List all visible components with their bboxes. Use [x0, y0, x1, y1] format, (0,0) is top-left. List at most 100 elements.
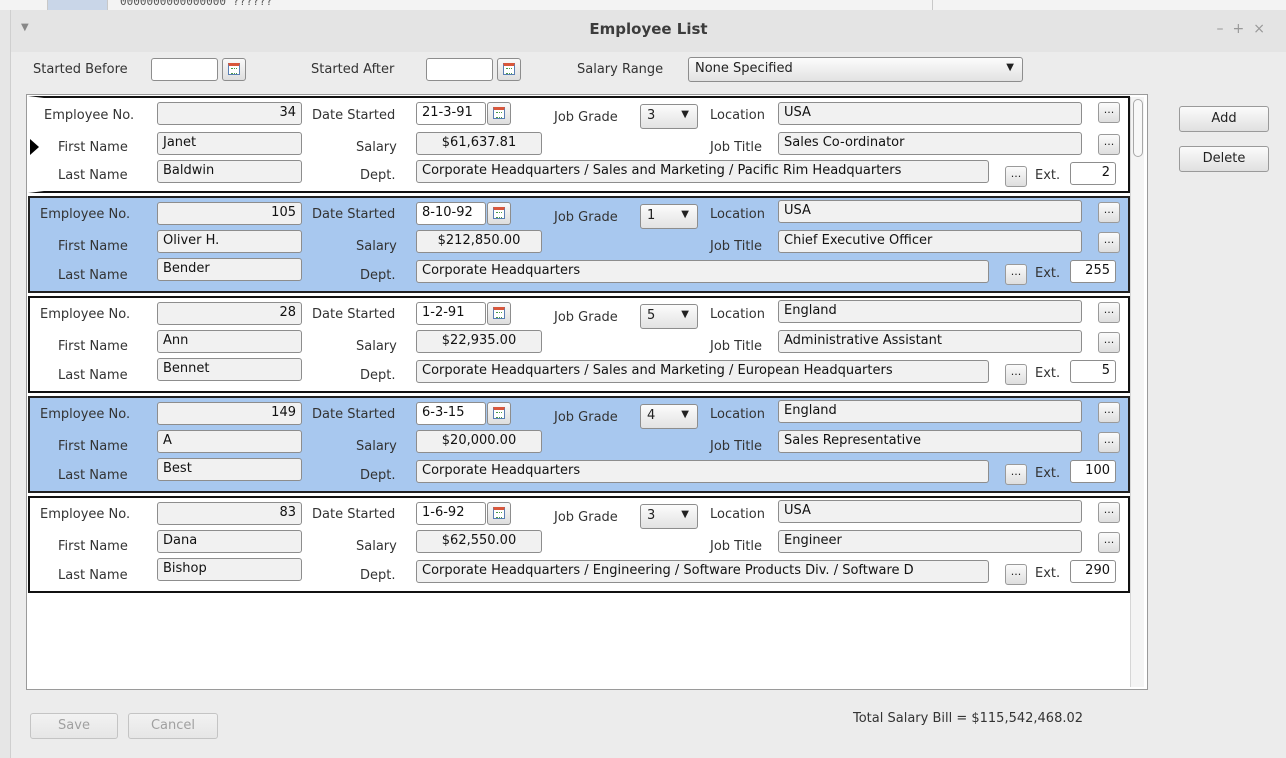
salary-range-label: Salary Range [577, 62, 664, 77]
salary-field[interactable]: $62,550.00 [416, 530, 542, 553]
job-title-field[interactable]: Administrative Assistant [778, 330, 1082, 353]
location-label: Location [710, 507, 765, 522]
dept-browse-button[interactable]: ... [1005, 564, 1027, 585]
dept-field[interactable]: Corporate Headquarters / Sales and Marke… [416, 160, 989, 183]
started-after-field[interactable] [426, 58, 493, 81]
job-title-browse-button[interactable]: ... [1098, 432, 1120, 453]
ext-field[interactable]: 100 [1070, 460, 1116, 483]
location-field[interactable]: England [778, 400, 1082, 423]
employee-no-field[interactable]: 28 [157, 302, 302, 325]
last-name-field[interactable]: Bennet [157, 358, 302, 381]
location-label: Location [710, 307, 765, 322]
close-icon[interactable]: × [1253, 21, 1274, 37]
ext-label: Ext. [1035, 266, 1061, 281]
ext-field[interactable]: 255 [1070, 260, 1116, 283]
date-started-field[interactable]: 6-3-15 [416, 402, 486, 425]
dept-browse-button[interactable]: ... [1005, 166, 1027, 187]
employee-no-label: Employee No. [40, 507, 131, 522]
dept-browse-button[interactable]: ... [1005, 364, 1027, 385]
job-title-browse-button[interactable]: ... [1098, 232, 1120, 253]
job-grade-select[interactable]: 4 ▼ [640, 404, 698, 429]
job-grade-select[interactable]: 3 ▼ [640, 504, 698, 529]
employee-no-label: Employee No. [40, 407, 131, 422]
job-grade-select[interactable]: 5 ▼ [640, 304, 698, 329]
employee-no-field[interactable]: 149 [157, 402, 302, 425]
location-field[interactable]: USA [778, 102, 1082, 125]
ext-field[interactable]: 5 [1070, 360, 1116, 383]
dept-browse-button[interactable]: ... [1005, 464, 1027, 485]
location-browse-button[interactable]: ... [1098, 202, 1120, 223]
location-browse-button[interactable]: ... [1098, 402, 1120, 423]
first-name-field[interactable]: Janet [157, 132, 302, 155]
dept-field[interactable]: Corporate Headquarters / Sales and Marke… [416, 360, 989, 383]
employee-no-field[interactable]: 83 [157, 502, 302, 525]
date-started-calendar-button[interactable] [487, 102, 511, 125]
cancel-button[interactable]: Cancel [128, 713, 218, 739]
last-name-label: Last Name [58, 468, 128, 483]
employee-no-label: Employee No. [44, 108, 135, 123]
maximize-icon[interactable]: + [1233, 21, 1254, 37]
salary-field[interactable]: $20,000.00 [416, 430, 542, 453]
minimize-icon[interactable]: – [1217, 21, 1233, 37]
last-name-field[interactable]: Baldwin [157, 160, 302, 183]
job-grade-select[interactable]: 1 ▼ [640, 204, 698, 229]
ext-label: Ext. [1035, 566, 1061, 581]
salary-range-value: None Specified [695, 61, 793, 76]
started-before-calendar-button[interactable] [222, 58, 246, 81]
salary-field[interactable]: $212,850.00 [416, 230, 542, 253]
job-title-field[interactable]: Chief Executive Officer [778, 230, 1082, 253]
job-title-browse-button[interactable]: ... [1098, 134, 1120, 155]
chevron-down-icon: ▼ [681, 409, 689, 420]
salary-field[interactable]: $61,637.81 [416, 132, 542, 155]
save-button[interactable]: Save [30, 713, 118, 739]
location-browse-button[interactable]: ... [1098, 302, 1120, 323]
dept-field[interactable]: Corporate Headquarters / Engineering / S… [416, 560, 989, 583]
dept-field[interactable]: Corporate Headquarters [416, 460, 989, 483]
last-name-field[interactable]: Best [157, 458, 302, 481]
job-title-field[interactable]: Sales Co-ordinator [778, 132, 1082, 155]
job-title-field[interactable]: Sales Representative [778, 430, 1082, 453]
first-name-field[interactable]: Oliver H. [157, 230, 302, 253]
job-title-browse-button[interactable]: ... [1098, 332, 1120, 353]
ext-field[interactable]: 290 [1070, 560, 1116, 583]
salary-field[interactable]: $22,935.00 [416, 330, 542, 353]
ext-field[interactable]: 2 [1070, 162, 1116, 185]
location-field[interactable]: England [778, 300, 1082, 323]
delete-button[interactable]: Delete [1179, 146, 1269, 172]
salary-range-select[interactable]: None Specified ▼ [688, 57, 1023, 82]
date-started-field[interactable]: 8-10-92 [416, 202, 486, 225]
date-started-calendar-button[interactable] [487, 202, 511, 225]
job-grade-select[interactable]: 3 ▼ [640, 104, 698, 129]
date-started-field[interactable]: 21-3-91 [416, 102, 486, 125]
scrollbar-thumb[interactable] [1133, 99, 1143, 157]
location-field[interactable]: USA [778, 500, 1082, 523]
location-browse-button[interactable]: ... [1098, 502, 1120, 523]
location-field[interactable]: USA [778, 200, 1082, 223]
started-before-field[interactable] [151, 58, 218, 81]
add-button[interactable]: Add [1179, 106, 1269, 132]
started-after-calendar-button[interactable] [497, 58, 521, 81]
title-bar: ▼ Employee List –+× [11, 10, 1286, 52]
chevron-down-icon: ▼ [681, 109, 689, 120]
last-name-field[interactable]: Bender [157, 258, 302, 281]
first-name-field[interactable]: A [157, 430, 302, 453]
job-title-field[interactable]: Engineer [778, 530, 1082, 553]
date-started-calendar-button[interactable] [487, 402, 511, 425]
first-name-field[interactable]: Ann [157, 330, 302, 353]
date-started-field[interactable]: 1-6-92 [416, 502, 486, 525]
last-name-label: Last Name [58, 368, 128, 383]
job-title-browse-button[interactable]: ... [1098, 532, 1120, 553]
salary-label: Salary [356, 539, 397, 554]
last-name-field[interactable]: Bishop [157, 558, 302, 581]
employee-no-field[interactable]: 105 [157, 202, 302, 225]
date-started-calendar-button[interactable] [487, 502, 511, 525]
list-scrollbar[interactable] [1130, 97, 1144, 687]
location-browse-button[interactable]: ... [1098, 102, 1120, 123]
date-started-field[interactable]: 1-2-91 [416, 302, 486, 325]
dept-browse-button[interactable]: ... [1005, 264, 1027, 285]
employee-no-field[interactable]: 34 [157, 102, 302, 125]
dept-field[interactable]: Corporate Headquarters [416, 260, 989, 283]
date-started-calendar-button[interactable] [487, 302, 511, 325]
chevron-down-icon: ▼ [1006, 62, 1014, 73]
first-name-field[interactable]: Dana [157, 530, 302, 553]
